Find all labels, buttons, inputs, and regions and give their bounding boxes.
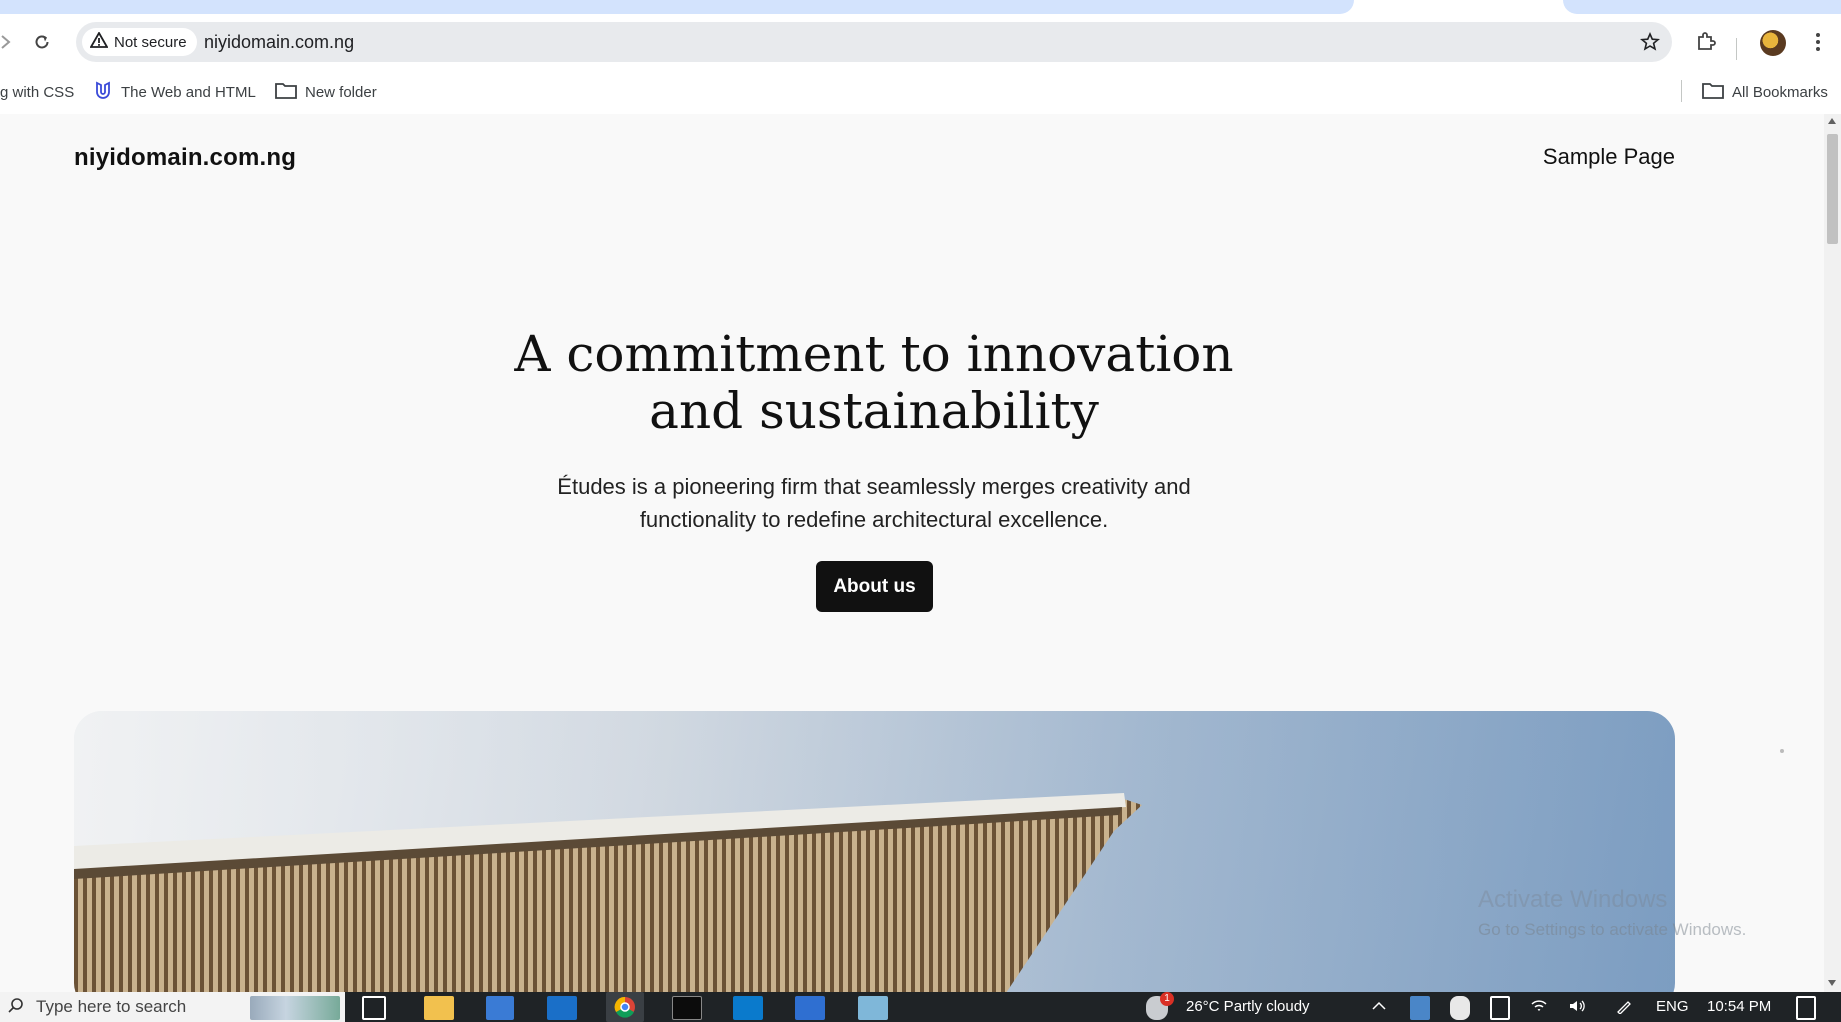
hero-heading: A commitment to innovation and sustainab…: [0, 326, 1748, 440]
tray-app-icon[interactable]: [1410, 996, 1430, 1020]
site-title[interactable]: niyidomain.com.ng: [74, 144, 296, 172]
bookmark-label: New folder: [305, 83, 377, 101]
microsoft-store-icon[interactable]: [486, 996, 514, 1020]
all-bookmarks-button[interactable]: All Bookmarks: [1702, 80, 1828, 104]
bookmark-item[interactable]: The Web and HTML: [93, 80, 256, 104]
scroll-up-arrow-icon[interactable]: [1828, 118, 1836, 124]
bookmark-star-icon[interactable]: [1636, 28, 1664, 56]
weather-text[interactable]: 26°C Partly cloudy: [1186, 998, 1310, 1015]
about-us-button[interactable]: About us: [816, 561, 933, 612]
file-explorer-icon[interactable]: [424, 996, 454, 1020]
inactive-tab-area-right[interactable]: [1563, 0, 1841, 14]
warning-icon: [89, 31, 109, 52]
hero-description-line: Études is a pioneering firm that seamles…: [557, 474, 1191, 499]
hero-heading-line: A commitment to innovation: [514, 325, 1234, 383]
app-icon[interactable]: [795, 996, 825, 1020]
activate-windows-watermark: Activate Windows: [1478, 886, 1668, 913]
search-highlight-image: [250, 996, 340, 1020]
page-scrollbar[interactable]: [1824, 114, 1841, 992]
weather-badge: 1: [1160, 992, 1174, 1006]
hero-heading-line: and sustainability: [649, 382, 1099, 440]
chrome-icon[interactable]: [606, 992, 644, 1022]
toolbar-divider: [1736, 38, 1737, 60]
bookmark-item[interactable]: g with CSS: [0, 80, 74, 104]
task-view-icon[interactable]: [362, 996, 386, 1020]
folder-icon: [1702, 81, 1724, 103]
browser-toolbar: Not secure niyidomain.com.ng: [0, 14, 1841, 70]
bookmark-item[interactable]: New folder: [275, 80, 377, 104]
wifi-icon[interactable]: [1530, 998, 1548, 1018]
all-bookmarks-label: All Bookmarks: [1732, 83, 1828, 101]
volume-icon[interactable]: [1568, 998, 1588, 1018]
folder-icon: [275, 81, 297, 103]
search-icon: [8, 997, 24, 1018]
profile-avatar[interactable]: [1760, 30, 1786, 56]
hero-description-line: functionality to redefine architectural …: [639, 507, 1109, 532]
page-viewport: niyidomain.com.ng Sample Page A commitme…: [0, 114, 1824, 992]
decorative-dot: [1780, 749, 1784, 753]
onedrive-icon[interactable]: [1450, 996, 1470, 1020]
inactive-tab-area[interactable]: [0, 0, 1354, 14]
windows-taskbar: Type here to search 1 26°C Partly cloudy…: [0, 992, 1841, 1022]
forward-icon[interactable]: [0, 28, 20, 56]
menu-icon[interactable]: [1808, 28, 1828, 56]
bookmark-label: g with CSS: [0, 83, 75, 101]
bookmarks-bar: g with CSS The Web and HTML New folder A…: [0, 70, 1841, 114]
chevron-up-icon[interactable]: [1372, 998, 1386, 1015]
mail-icon[interactable]: [547, 996, 577, 1020]
terminal-icon[interactable]: [672, 996, 702, 1020]
hero-image: [74, 711, 1675, 992]
vscode-icon[interactable]: [733, 996, 763, 1020]
activate-windows-subtext: Go to Settings to activate Windows.: [1478, 920, 1747, 939]
site-info-chip[interactable]: Not secure: [82, 28, 197, 56]
notifications-icon[interactable]: [1796, 996, 1816, 1020]
address-bar[interactable]: Not secure niyidomain.com.ng: [76, 22, 1672, 62]
scrollbar-thumb[interactable]: [1827, 134, 1838, 244]
search-placeholder: Type here to search: [36, 997, 187, 1016]
scroll-down-arrow-icon[interactable]: [1828, 980, 1836, 986]
language-indicator[interactable]: ENG: [1656, 998, 1689, 1015]
bookmark-label: The Web and HTML: [121, 83, 256, 101]
bookmarks-divider: [1681, 80, 1682, 102]
udacity-icon: [93, 80, 113, 104]
tab-strip: [0, 0, 1841, 14]
reload-icon[interactable]: [28, 28, 56, 56]
building-roof-illustration: [74, 711, 1675, 992]
pen-icon[interactable]: [1616, 998, 1634, 1018]
clock[interactable]: 10:54 PM: [1707, 998, 1771, 1015]
nav-link-sample-page[interactable]: Sample Page: [1543, 144, 1675, 170]
app-icon[interactable]: [858, 996, 888, 1020]
url-text[interactable]: niyidomain.com.ng: [204, 32, 354, 53]
hero-description: Études is a pioneering firm that seamles…: [0, 470, 1748, 536]
battery-icon[interactable]: [1490, 996, 1510, 1020]
extensions-icon[interactable]: [1692, 28, 1720, 56]
security-label: Not secure: [114, 33, 187, 51]
